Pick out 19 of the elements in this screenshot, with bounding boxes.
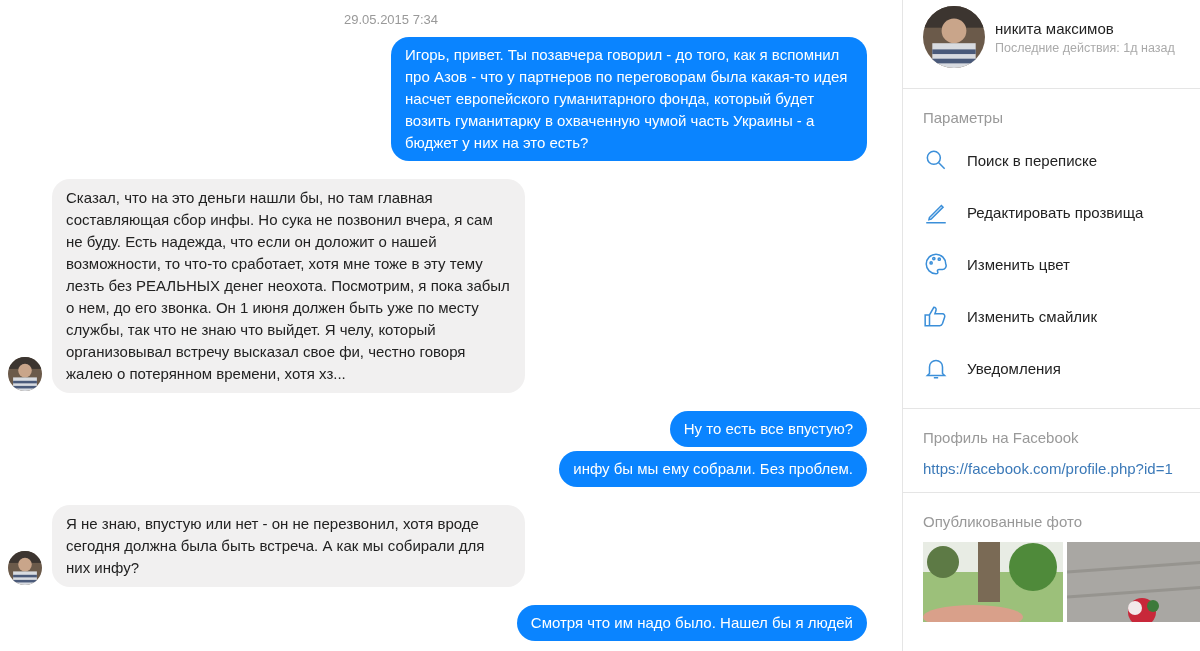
menu-item[interactable]: Редактировать прозвища — [923, 186, 1200, 238]
message-bubble: Я не знаю, впустую или нет - он не перезвонил, хотя вроде сегодня должна была быть встреча. А как мы собирали для них инфу? — [52, 505, 525, 587]
profile-link[interactable]: https://facebook.com/profile.php?id=1 — [923, 460, 1173, 477]
message-bubble: Ну то есть все впустую? — [669, 411, 867, 447]
section-title: Опубликованные фото — [923, 513, 1083, 530]
contact-status: Последние действия: 1д назад — [995, 40, 1175, 55]
contact-name: никита максимов — [995, 19, 1115, 37]
message-bubble: Смотря что им надо было. Нашел бы я людей — [516, 605, 867, 641]
message-bubble: Сказал, что на это деньги нашли бы, но там главная составляющая сбор инфы. Но сука не позвонил вчера, я сам не буду. Есть надежда, что если он доложит о нашей возможности, то что-то сработает, хотя мне тоже в эту тему лезть без РЕАЛЬНЫХ денег неохота. Посмотрим, я пока забыл о нем, до его звонка. Он 1 июня должен быть уже по месту службы, так что не знаю что выйдет. Я челу, который организовывал встречу высказал свое фи, честно говоря жалею о потерянном времени, хотя хз... — [52, 179, 525, 393]
menu-item[interactable]: Поиск в переписке — [923, 134, 1200, 186]
menu-item[interactable]: Изменить смайлик — [923, 290, 1200, 342]
menu-item[interactable]: Изменить цвет — [923, 238, 1200, 290]
message-bubble: инфу бы мы ему собрали. Без проблем. — [559, 451, 867, 487]
message-bubble: Игорь, привет. Ты позавчера говорил - до того, как я вспомнил про Азов - что у партнеров по переговорам была какая-то идея насчет европейского гуманитарного фонда, который будет возить гуманитарку в охваченную чумой часть Украины - а бюджет у них на это есть? — [391, 37, 867, 161]
menu-item[interactable]: Уведомления — [923, 342, 1200, 394]
palette-icon — [923, 251, 949, 277]
timestamp: 29.05.2015 7:34 — [343, 11, 439, 29]
section-title: Параметры — [923, 109, 1004, 126]
section-title: Профиль на Facebook — [923, 429, 1080, 446]
